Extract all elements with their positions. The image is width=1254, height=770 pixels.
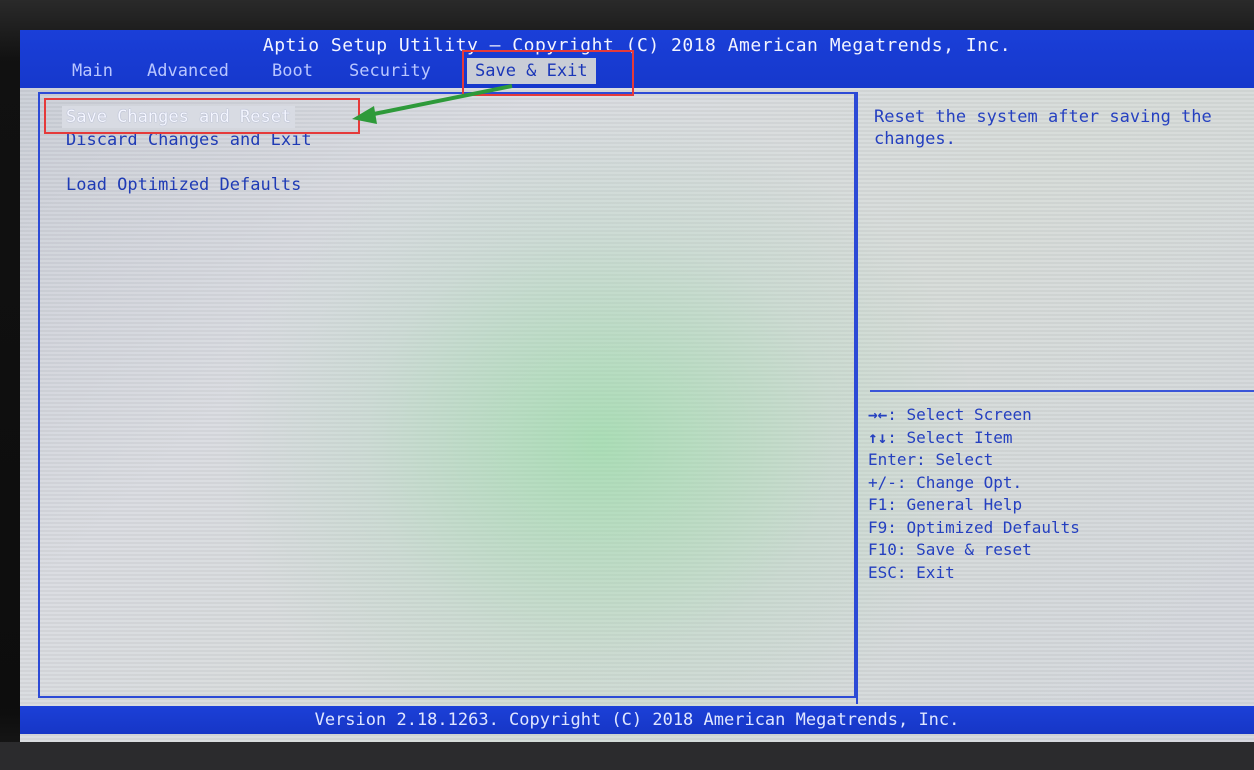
monitor-bezel-bottom [0, 742, 1254, 770]
annotation-box-save-changes-and-reset [44, 98, 360, 134]
key-legend-item: F9: Optimized Defaults [868, 517, 1080, 537]
tab-security[interactable]: Security [349, 58, 431, 84]
key-legend-item: Enter: Select [868, 450, 994, 469]
key-legend: →←: Select Screen ↑↓: Select Item Enter:… [868, 404, 1080, 584]
key-legend-item: F1: General Help [868, 495, 1023, 514]
key-legend-item: ESC: Exit [868, 562, 955, 582]
menu-pane: Save Changes and Reset Discard Changes a… [38, 92, 856, 698]
menu-item-load-optimized-defaults[interactable]: Load Optimized Defaults [62, 174, 305, 196]
help-description: Reset the system after saving the change… [874, 107, 1212, 149]
key-legend-item: +/-: Change Opt. [868, 472, 1023, 492]
key-legend-item: F10: Save & reset [868, 540, 1032, 559]
help-divider [870, 390, 1254, 392]
up-down-arrow-icon: ↑↓ [868, 427, 888, 447]
tab-advanced[interactable]: Advanced [147, 58, 229, 84]
bios-header: Aptio Setup Utility – Copyright (C) 2018… [20, 30, 1254, 88]
bios-screen: Aptio Setup Utility – Copyright (C) 2018… [20, 30, 1254, 742]
help-pane: Reset the system after saving the change… [856, 92, 1254, 704]
left-right-arrow-icon: →← [868, 405, 888, 424]
bios-title: Aptio Setup Utility – Copyright (C) 2018… [262, 35, 1012, 56]
tab-boot[interactable]: Boot [272, 58, 313, 84]
key-legend-item: ↑↓: Select Item [868, 427, 1013, 447]
key-legend-item: →←: Select Screen [868, 405, 1032, 424]
version-footer: Version 2.18.1263. Copyright (C) 2018 Am… [20, 706, 1254, 734]
tab-main[interactable]: Main [72, 58, 113, 84]
annotation-box-save-exit-tab [462, 50, 634, 96]
